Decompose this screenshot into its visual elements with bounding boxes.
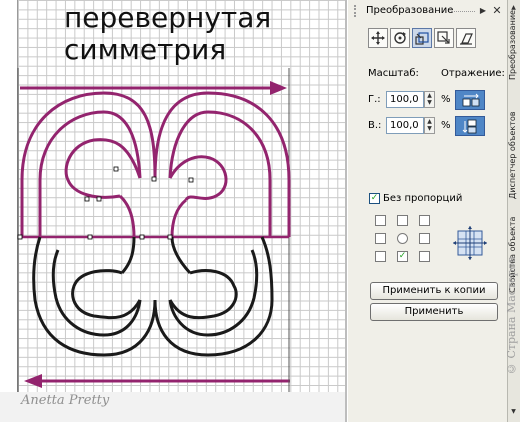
symmetry-drawing — [17, 68, 291, 392]
spin-down-icon[interactable]: ▼ — [425, 125, 434, 132]
anchor-center[interactable] — [397, 233, 408, 244]
header-divider — [451, 11, 475, 14]
scale-label: Масштаб: — [368, 68, 419, 79]
drawing-canvas[interactable]: перевернутая симметрия Anetta Pretty — [0, 0, 345, 422]
size-tool-button[interactable] — [434, 28, 454, 48]
rotate-tool-button[interactable] — [390, 28, 410, 48]
anchor-middle-left[interactable] — [375, 233, 386, 244]
h-percent: % — [441, 94, 451, 105]
anchor-top-right[interactable] — [419, 215, 430, 226]
size-icon — [437, 31, 450, 44]
v-percent: % — [441, 120, 451, 131]
h-scale-input[interactable]: 100,0 — [386, 91, 424, 108]
v-label: В.: — [368, 120, 382, 131]
scale-mirror-tool-button[interactable] — [412, 28, 432, 48]
docker-title: Преобразование — [366, 5, 454, 16]
mirror-horizontal-button[interactable] — [455, 90, 485, 110]
mirror-label: Отражение: — [441, 68, 505, 79]
apply-to-copy-button[interactable]: Применить к копии — [370, 282, 498, 300]
grip-icon[interactable] — [354, 5, 363, 17]
mirror-horizontal-icon — [462, 93, 480, 107]
top-arrow — [20, 81, 287, 95]
spin-up-icon[interactable]: ▲ — [425, 92, 434, 99]
tab-scroll-down-icon[interactable]: ▼ — [509, 408, 518, 416]
menu-arrow-icon[interactable]: ▶ — [478, 6, 488, 16]
move-cross-icon — [371, 31, 385, 45]
tab-transform[interactable]: Преобразование — [508, 10, 520, 80]
mirror-vertical-button[interactable] — [455, 116, 485, 136]
close-icon[interactable]: ✕ — [491, 5, 503, 17]
skew-tool-button[interactable] — [456, 28, 476, 48]
selection-nodes[interactable] — [17, 166, 194, 240]
rotate-icon — [394, 32, 406, 44]
spin-down-icon[interactable]: ▼ — [425, 99, 434, 106]
anchor-preview-icon — [453, 226, 487, 260]
tab-scroll-up-icon[interactable]: ▲ — [509, 4, 518, 12]
bottom-arrow — [24, 374, 290, 388]
position-tool-button[interactable] — [368, 28, 388, 48]
lower-curl-shape — [32, 236, 274, 357]
anchor-bottom-center[interactable]: ✓ — [397, 251, 408, 262]
skew-icon — [460, 33, 473, 45]
docker-header[interactable]: Преобразование ▶ ✕ — [348, 2, 508, 20]
transform-docker: Преобразование ▶ ✕ — [347, 0, 508, 422]
h-scale-spinner[interactable]: ▲ ▼ — [424, 91, 435, 108]
spin-up-icon[interactable]: ▲ — [425, 118, 434, 125]
scale-mirror-icon — [415, 32, 429, 45]
anchor-bottom-left[interactable] — [375, 251, 386, 262]
h-label: Г.: — [368, 94, 381, 105]
apply-button[interactable]: Применить — [370, 303, 498, 321]
anchor-top-center[interactable] — [397, 215, 408, 226]
anchor-middle-right[interactable] — [419, 233, 430, 244]
upper-curl-shape — [20, 91, 291, 238]
proportion-label: Без пропорций — [383, 193, 463, 204]
mirror-vertical-icon — [462, 119, 477, 134]
watermark: Anetta Pretty — [21, 393, 110, 408]
v-scale-input[interactable]: 100,0 — [386, 117, 424, 134]
proportion-checkbox[interactable]: ✓ — [369, 193, 380, 204]
tab-object-manager[interactable]: Диспетчер объектов — [508, 110, 520, 200]
anchor-top-left[interactable] — [375, 215, 386, 226]
v-scale-spinner[interactable]: ▲ ▼ — [424, 117, 435, 134]
anchor-bottom-right[interactable] — [419, 251, 430, 262]
side-watermark: © Страна Мастеров — [505, 256, 518, 376]
